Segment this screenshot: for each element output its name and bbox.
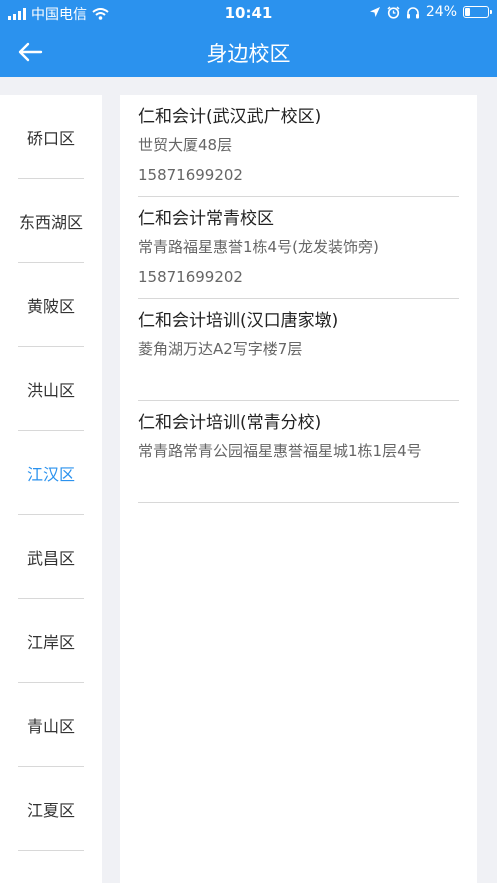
school-address: 菱角湖万达A2写字楼7层: [138, 340, 303, 358]
sidebar-item-hongshan[interactable]: 洪山区: [0, 347, 102, 431]
school-name: 仁和会计常青校区: [138, 209, 274, 229]
school-name: 仁和会计(武汉武广校区): [138, 107, 322, 127]
school-name: 仁和会计培训(常青分校): [138, 413, 322, 433]
school-address: 世贸大厦48层: [138, 136, 233, 154]
school-card[interactable]: 仁和会计常青校区 常青路福星惠誉1栋4号(龙发装饰旁) 15871699202: [138, 197, 459, 299]
sidebar-item-huangpi[interactable]: 黄陂区: [0, 263, 102, 347]
school-name: 仁和会计培训(汉口唐家墩): [138, 311, 339, 331]
nav-bar: 身边校区: [0, 26, 497, 77]
header-bar: 中国电信 10:41 24% 身边校区: [0, 0, 497, 77]
sidebar-item-jiangan[interactable]: 江岸区: [0, 599, 102, 683]
sidebar-item-jiangxia[interactable]: 江夏区: [0, 767, 102, 851]
school-card[interactable]: 仁和会计(武汉武广校区) 世贸大厦48层 15871699202: [138, 95, 459, 197]
sidebar-item-jianghan[interactable]: 江汉区: [0, 431, 102, 515]
location-arrow-icon: [369, 7, 380, 17]
school-card[interactable]: 仁和会计培训(汉口唐家墩) 菱角湖万达A2写字楼7层: [138, 299, 459, 401]
sidebar-item-wuchang[interactable]: 武昌区: [0, 515, 102, 599]
school-phone[interactable]: 15871699202: [138, 164, 459, 186]
status-bar: 中国电信 10:41 24%: [0, 0, 497, 26]
alarm-icon: [387, 5, 400, 19]
school-card[interactable]: 仁和会计培训(常青分校) 常青路常青公园福星惠誉福星城1栋1层4号: [138, 401, 459, 503]
school-address: 常青路常青公园福星惠誉福星城1栋1层4号: [138, 442, 422, 460]
battery-icon: [463, 6, 492, 18]
status-right: 24%: [369, 4, 492, 20]
school-list: 仁和会计(武汉武广校区) 世贸大厦48层 15871699202 仁和会计常青校…: [120, 95, 477, 883]
district-sidebar: 硚口区 东西湖区 黄陂区 洪山区 江汉区 武昌区 江岸区 青山区 江夏区: [0, 95, 102, 883]
school-phone[interactable]: [138, 368, 459, 390]
battery-label: 24%: [425, 4, 457, 20]
sidebar-item-dongxihu[interactable]: 东西湖区: [0, 179, 102, 263]
headphones-icon: [406, 6, 419, 18]
battery-fill: [465, 8, 471, 16]
sidebar-item-qiaokou[interactable]: 硚口区: [0, 95, 102, 179]
sidebar-item-qingshan[interactable]: 青山区: [0, 683, 102, 767]
page-title: 身边校区: [206, 42, 291, 66]
school-phone[interactable]: [138, 470, 459, 492]
school-phone[interactable]: 15871699202: [138, 266, 459, 288]
school-address: 常青路福星惠誉1栋4号(龙发装饰旁): [138, 238, 379, 256]
